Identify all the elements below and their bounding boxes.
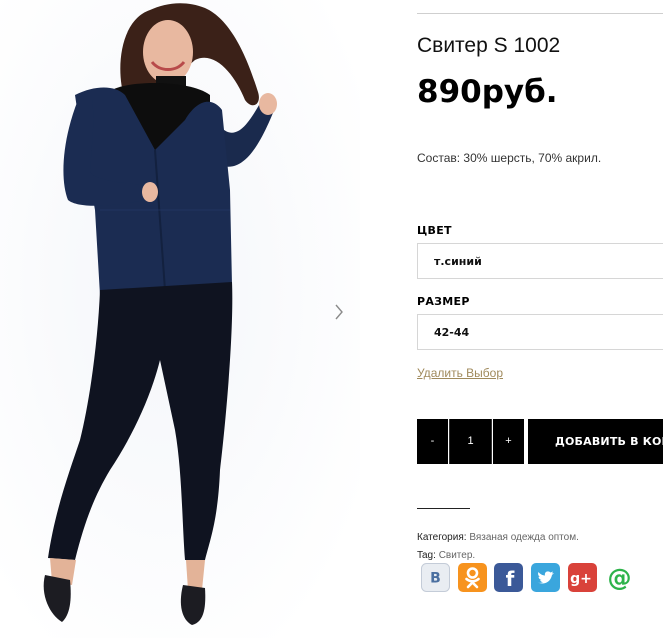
share-google-plus-button[interactable]: g+ [568, 563, 597, 592]
product-tags: Tag: Свитер. [417, 550, 475, 561]
svg-text:@: @ [608, 564, 632, 592]
tag-label: Tag: [417, 550, 436, 561]
svg-text:g+: g+ [570, 571, 592, 587]
divider [417, 508, 470, 509]
svg-text:f: f [506, 567, 515, 591]
facebook-icon: f [494, 563, 523, 592]
quantity-minus-button[interactable]: - [417, 419, 448, 464]
category-label: Категория: [417, 532, 467, 543]
product-summary: Свитер S 1002 890руб. Состав: 30% шерсть… [417, 0, 663, 638]
quantity-input[interactable]: 1 [449, 419, 492, 464]
chevron-right-icon [335, 304, 343, 320]
odnoklassniki-icon [458, 563, 487, 592]
svg-text:B: B [430, 571, 441, 587]
vk-icon: B [421, 563, 450, 592]
google-plus-icon: g+ [568, 563, 597, 592]
product-image-gallery [0, 0, 360, 638]
product-price: 890руб. [417, 74, 558, 110]
size-label: РАЗМЕР [417, 295, 470, 308]
size-select-value: 42-44 [434, 326, 470, 339]
product-description: Состав: 30% шерсть, 70% акрил. [417, 151, 602, 165]
product-category: Категория: Вязаная одежда оптом. [417, 532, 579, 543]
color-select-value: т.синий [434, 255, 482, 268]
twitter-icon [531, 563, 560, 592]
reset-variations-link[interactable]: Удалить Выбор [417, 366, 503, 380]
category-link[interactable]: Вязаная одежда оптом. [469, 532, 579, 543]
add-to-cart-label: ДОБАВИТЬ В КОРЗИНУ [555, 435, 663, 448]
add-to-cart-button[interactable]: ДОБАВИТЬ В КОРЗИНУ [528, 419, 663, 464]
share-vk-button[interactable]: B [421, 563, 450, 592]
color-label: ЦВЕТ [417, 224, 452, 237]
product-title: Свитер S 1002 [417, 34, 561, 57]
quantity-plus-button[interactable]: + [493, 419, 524, 464]
tag-link[interactable]: Свитер. [439, 550, 476, 561]
share-odnoklassniki-button[interactable] [458, 563, 487, 592]
gallery-next-arrow[interactable] [331, 300, 347, 324]
share-mail-button[interactable]: @ [605, 563, 634, 592]
share-facebook-button[interactable]: f [494, 563, 523, 592]
size-select[interactable]: 42-44 [417, 314, 663, 350]
divider [417, 13, 663, 14]
share-twitter-button[interactable] [531, 563, 560, 592]
at-sign-icon: @ [608, 564, 632, 592]
product-photo [0, 0, 360, 638]
color-select[interactable]: т.синий [417, 243, 663, 279]
